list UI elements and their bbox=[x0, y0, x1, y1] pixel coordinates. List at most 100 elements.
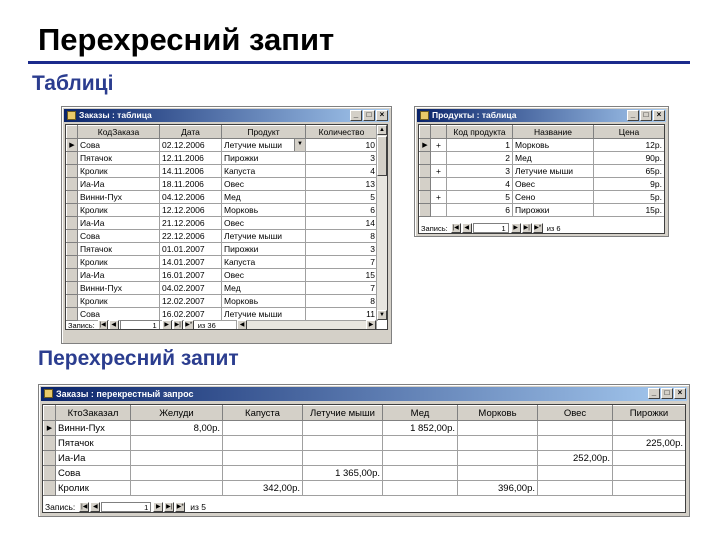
table-cell[interactable]: 6 bbox=[446, 203, 513, 217]
table-cell[interactable]: 18.11.2006 bbox=[159, 177, 222, 191]
table-cell[interactable]: Морковь bbox=[221, 294, 306, 308]
table-row[interactable]: Пятачок 12.11.2006 Пирожки 3 bbox=[66, 151, 378, 165]
table-row[interactable]: Иа-Иа 21.12.2006 Овес 14 bbox=[66, 216, 378, 230]
table-cell[interactable]: 4 bbox=[305, 164, 378, 178]
table-cell[interactable]: Пирожки bbox=[221, 242, 306, 256]
column-header[interactable]: Название bbox=[512, 125, 594, 139]
table-cell[interactable]: 1 bbox=[446, 138, 513, 152]
table-cell[interactable]: Мед bbox=[221, 190, 306, 204]
row-selector[interactable] bbox=[43, 480, 56, 496]
table-cell[interactable]: 5 bbox=[446, 190, 513, 204]
record-number-input[interactable]: 1 bbox=[119, 320, 160, 329]
select-all-corner[interactable] bbox=[43, 405, 56, 421]
previous-record-icon[interactable]: ◀ bbox=[461, 223, 472, 233]
table-cell[interactable]: 13 bbox=[305, 177, 378, 191]
table-cell[interactable]: 02.12.2006 bbox=[159, 138, 222, 152]
table-cell[interactable]: Винни-Пух bbox=[77, 281, 160, 295]
table-cell[interactable]: 90р. bbox=[593, 151, 664, 165]
table-row[interactable]: Пятачок 225,00р. bbox=[43, 435, 685, 451]
table-cell[interactable]: 3 bbox=[305, 151, 378, 165]
column-header[interactable]: Код продукта bbox=[446, 125, 513, 139]
row-selector[interactable] bbox=[66, 242, 78, 256]
table-row[interactable]: +5 Сено 5р. bbox=[419, 190, 664, 204]
expand-toggle[interactable] bbox=[430, 177, 447, 191]
table-cell[interactable]: Винни-Пух bbox=[55, 420, 131, 436]
table-cell[interactable] bbox=[382, 480, 458, 496]
table-cell[interactable]: 2 bbox=[446, 151, 513, 165]
table-row[interactable]: Сова 1 365,00р. bbox=[43, 465, 685, 481]
table-row[interactable]: Кролик 14.11.2006 Капуста 4 bbox=[66, 164, 378, 178]
row-selector[interactable] bbox=[66, 177, 78, 191]
row-selector[interactable] bbox=[66, 164, 78, 178]
row-selector[interactable] bbox=[419, 164, 431, 178]
orders-horizontal-scrollbar[interactable]: ◀ ▶ bbox=[236, 320, 377, 329]
table-cell[interactable]: 1 365,00р. bbox=[302, 465, 383, 481]
table-cell[interactable]: 7 bbox=[305, 281, 378, 295]
close-icon[interactable]: × bbox=[653, 110, 665, 121]
table-cell[interactable] bbox=[457, 435, 538, 451]
column-header[interactable]: Мед bbox=[382, 405, 458, 421]
row-selector[interactable] bbox=[66, 151, 78, 165]
column-header[interactable]: Морковь bbox=[457, 405, 538, 421]
table-cell[interactable]: 12.11.2006 bbox=[159, 151, 222, 165]
record-number-input[interactable]: 1 bbox=[101, 502, 152, 512]
table-cell[interactable]: 22.12.2006 bbox=[159, 229, 222, 243]
table-cell[interactable]: Иа-Иа bbox=[77, 268, 160, 282]
table-cell[interactable]: Овес bbox=[221, 177, 306, 191]
table-cell[interactable]: Иа-Иа bbox=[77, 177, 160, 191]
scroll-down-arrow-icon[interactable]: ▼ bbox=[377, 310, 387, 320]
table-cell[interactable] bbox=[457, 450, 538, 466]
table-row[interactable]: Иа-Иа 18.11.2006 Овес 13 bbox=[66, 177, 378, 191]
table-cell[interactable]: Пятачок bbox=[77, 242, 160, 256]
table-cell[interactable]: Летучие мыши ▼ bbox=[221, 138, 306, 152]
table-cell[interactable] bbox=[130, 435, 223, 451]
row-selector[interactable] bbox=[43, 465, 56, 481]
column-header[interactable]: Цена bbox=[593, 125, 664, 139]
current-record-arrow-icon[interactable]: ▶ bbox=[419, 138, 431, 152]
last-record-icon[interactable]: ▶| bbox=[164, 502, 175, 512]
table-row[interactable]: Кролик 12.12.2006 Морковь 6 bbox=[66, 203, 378, 217]
next-record-icon[interactable]: ▶ bbox=[510, 223, 521, 233]
table-cell[interactable] bbox=[457, 420, 538, 436]
table-cell[interactable]: Пятачок bbox=[77, 151, 160, 165]
row-selector[interactable] bbox=[66, 203, 78, 217]
dropdown-arrow-icon[interactable]: ▼ bbox=[294, 139, 305, 151]
maximize-icon[interactable]: □ bbox=[661, 388, 673, 399]
table-row[interactable]: Сова 16.02.2007 Летучие мыши 11 bbox=[66, 307, 378, 321]
scroll-up-arrow-icon[interactable]: ▲ bbox=[377, 125, 387, 135]
table-cell[interactable]: 3 bbox=[446, 164, 513, 178]
orders-window-titlebar[interactable]: Заказы : таблица _ □ × bbox=[64, 109, 389, 122]
table-row[interactable]: Винни-Пух 04.12.2006 Мед 5 bbox=[66, 190, 378, 204]
column-header[interactable]: КодЗаказа bbox=[77, 125, 160, 139]
minimize-icon[interactable]: _ bbox=[350, 110, 362, 121]
products-grid[interactable]: Код продукта Название Цена ▶ +1 Морковь 12р. 2 М… bbox=[418, 124, 665, 234]
column-header[interactable]: Овес bbox=[537, 405, 613, 421]
column-header[interactable]: Желуди bbox=[130, 405, 223, 421]
table-row[interactable]: +3 Летучие мыши 65р. bbox=[419, 164, 664, 178]
row-selector[interactable] bbox=[66, 307, 78, 321]
table-cell[interactable]: 21.12.2006 bbox=[159, 216, 222, 230]
row-selector[interactable] bbox=[419, 177, 431, 191]
table-cell[interactable]: 4 bbox=[446, 177, 513, 191]
table-cell[interactable]: Сено bbox=[512, 190, 594, 204]
column-header[interactable]: Продукт bbox=[221, 125, 306, 139]
expand-toggle[interactable]: + bbox=[430, 138, 447, 152]
table-cell[interactable] bbox=[302, 480, 383, 496]
table-cell[interactable]: 6 bbox=[305, 203, 378, 217]
table-cell[interactable]: 8 bbox=[305, 294, 378, 308]
table-cell[interactable]: Кролик bbox=[77, 203, 160, 217]
column-header[interactable]: Капуста bbox=[222, 405, 303, 421]
table-cell[interactable] bbox=[130, 450, 223, 466]
table-cell[interactable] bbox=[537, 465, 613, 481]
close-icon[interactable]: × bbox=[376, 110, 388, 121]
table-cell[interactable] bbox=[222, 450, 303, 466]
column-header[interactable]: Дата bbox=[159, 125, 222, 139]
table-cell[interactable]: 14.11.2006 bbox=[159, 164, 222, 178]
table-cell[interactable] bbox=[612, 480, 685, 496]
new-record-icon[interactable]: ▶* bbox=[183, 320, 194, 329]
table-cell[interactable]: Летучие мыши bbox=[221, 229, 306, 243]
previous-record-icon[interactable]: ◀ bbox=[108, 320, 119, 329]
table-cell[interactable]: Сова bbox=[77, 138, 160, 152]
table-cell[interactable]: 14 bbox=[305, 216, 378, 230]
table-cell[interactable]: Овес bbox=[221, 268, 306, 282]
